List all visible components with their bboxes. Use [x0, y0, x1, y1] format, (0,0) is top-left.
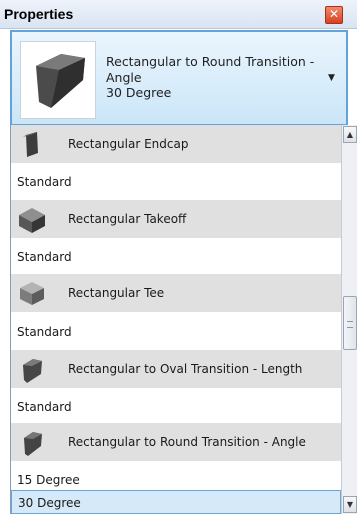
vertical-scrollbar[interactable]: ▲ ▼: [341, 125, 357, 514]
selected-family-name-cont: Angle: [106, 69, 142, 85]
type-label: Standard: [17, 325, 72, 339]
scroll-down-icon[interactable]: ▼: [343, 496, 357, 513]
type-item-15-degree[interactable]: 15 Degree: [11, 468, 341, 492]
family-header-oval-transition: Rectangular to Oval Transition - Length: [11, 350, 341, 388]
chevron-down-icon[interactable]: ▼: [328, 73, 335, 83]
family-header-round-transition: Rectangular to Round Transition - Angle: [11, 423, 341, 461]
tee-icon: [20, 282, 44, 305]
round-transition-preview-icon: [36, 54, 85, 108]
panel-title-bar: Properties ✕: [0, 0, 357, 29]
selected-family-name: Rectangular to Round Transition -: [106, 54, 315, 69]
type-label: Standard: [17, 400, 72, 414]
endcap-icon: [23, 132, 38, 157]
type-item-standard[interactable]: Standard: [11, 170, 341, 194]
scroll-up-icon[interactable]: ▲: [343, 126, 357, 143]
type-item-30-degree-selected[interactable]: 30 Degree: [11, 490, 341, 514]
family-header-tee: Rectangular Tee: [11, 274, 341, 312]
family-label: Rectangular to Round Transition - Angle: [68, 435, 306, 449]
type-preview-thumbnail: [20, 41, 96, 119]
type-item-standard[interactable]: Standard: [11, 395, 341, 419]
round-transition-icon: [24, 432, 42, 456]
family-label: Rectangular Endcap: [68, 137, 189, 151]
takeoff-icon: [19, 208, 45, 233]
close-icon[interactable]: ✕: [325, 6, 343, 24]
panel-title: Properties: [4, 6, 74, 22]
type-label: Standard: [17, 250, 72, 264]
type-label: 15 Degree: [17, 473, 80, 487]
type-label: Standard: [17, 175, 72, 189]
scrollbar-thumb[interactable]: [343, 296, 357, 350]
type-selector[interactable]: Rectangular to Round Transition - Angle …: [10, 30, 348, 126]
type-item-standard[interactable]: Standard: [11, 245, 341, 269]
type-selector-label: Rectangular to Round Transition - Angle …: [106, 54, 314, 101]
grip-icon: [347, 321, 353, 328]
family-label: Rectangular to Oval Transition - Length: [68, 362, 303, 376]
selected-type-name: 30 Degree: [106, 85, 172, 100]
type-list: Rectangular Endcap Standard Rectangular …: [10, 125, 341, 514]
type-label: 30 Degree: [18, 496, 81, 510]
family-label: Rectangular Takeoff: [68, 212, 187, 226]
family-header-endcap: Rectangular Endcap: [11, 125, 341, 163]
family-header-takeoff: Rectangular Takeoff: [11, 200, 341, 238]
family-label: Rectangular Tee: [68, 286, 165, 300]
type-item-standard[interactable]: Standard: [11, 320, 341, 344]
oval-transition-icon: [23, 359, 42, 383]
